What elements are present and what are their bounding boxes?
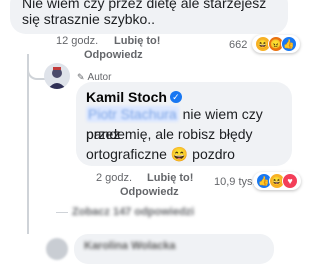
reply-like-link[interactable]: Lubię to!	[147, 172, 193, 184]
grin-emoji-icon: 😄	[170, 146, 189, 162]
reply-text-part3: ortograficzne	[86, 146, 167, 162]
reply-reactions-summary[interactable]: 👍 😆 ♥	[253, 172, 301, 190]
more-replies-connector	[56, 212, 68, 213]
mention-link[interactable]: Piotr Stachura	[86, 106, 179, 122]
author-badge-icon: ✎	[77, 72, 85, 82]
reply-reply-link[interactable]: Odpowiedz	[120, 186, 179, 198]
reaction-count[interactable]: 662	[229, 39, 247, 51]
thread-line	[27, 54, 29, 234]
author-name[interactable]: Kamil Stoch	[86, 89, 167, 105]
reply-text-line2: pandemię, ale robisz błędy	[86, 126, 253, 142]
author-name-row[interactable]: Kamil Stoch ✓	[86, 89, 182, 105]
reply-link[interactable]: Odpowiedz	[84, 49, 143, 61]
like-reaction-icon: 👍	[281, 36, 297, 52]
love-reaction-icon: ♥	[282, 173, 298, 189]
next-comment-author[interactable]: Karolina Wolacka	[84, 240, 176, 252]
like-link[interactable]: Lubię to!	[114, 35, 160, 47]
more-replies-link[interactable]: Zobacz 147 odpowiedzi	[72, 206, 194, 218]
comment-time[interactable]: 12 godz.	[56, 35, 98, 47]
comment-text-line2: się strasznie szybko..	[22, 11, 156, 27]
reply-text-part4: pozdro	[192, 146, 235, 162]
reply-time[interactable]: 2 godz.	[96, 172, 132, 184]
next-comment-avatar[interactable]	[46, 238, 68, 260]
avatar[interactable]	[44, 63, 70, 89]
reply-reaction-count[interactable]: 10,9 tys.	[214, 176, 256, 188]
reactions-summary[interactable]: 😆 😠 👍	[252, 35, 300, 53]
reply-text-line3: ortograficzne 😄 pozdro	[86, 144, 235, 164]
comment-text-line1: Nie wiem czy przez dietę ale starzejesz	[22, 0, 267, 11]
verified-badge-icon: ✓	[169, 91, 182, 103]
